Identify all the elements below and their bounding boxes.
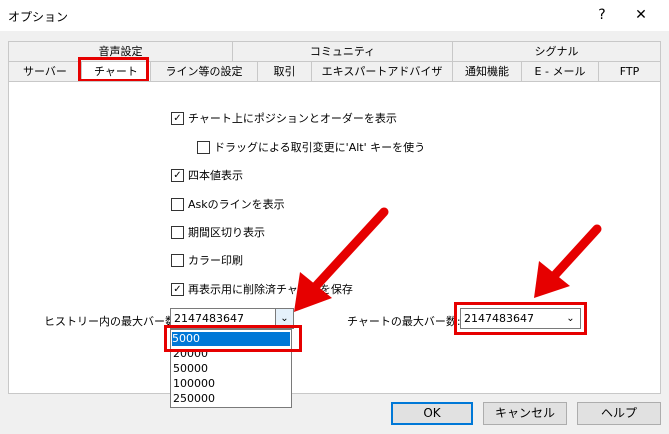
annotation-arrows <box>294 207 602 312</box>
cancel-button[interactable]: キャンセル <box>483 402 567 425</box>
help-button[interactable]: ヘルプ <box>577 402 661 425</box>
arrow-shaft-right <box>550 224 602 280</box>
ok-button[interactable]: OK <box>391 402 473 425</box>
arrow-shaft-left <box>311 207 389 291</box>
